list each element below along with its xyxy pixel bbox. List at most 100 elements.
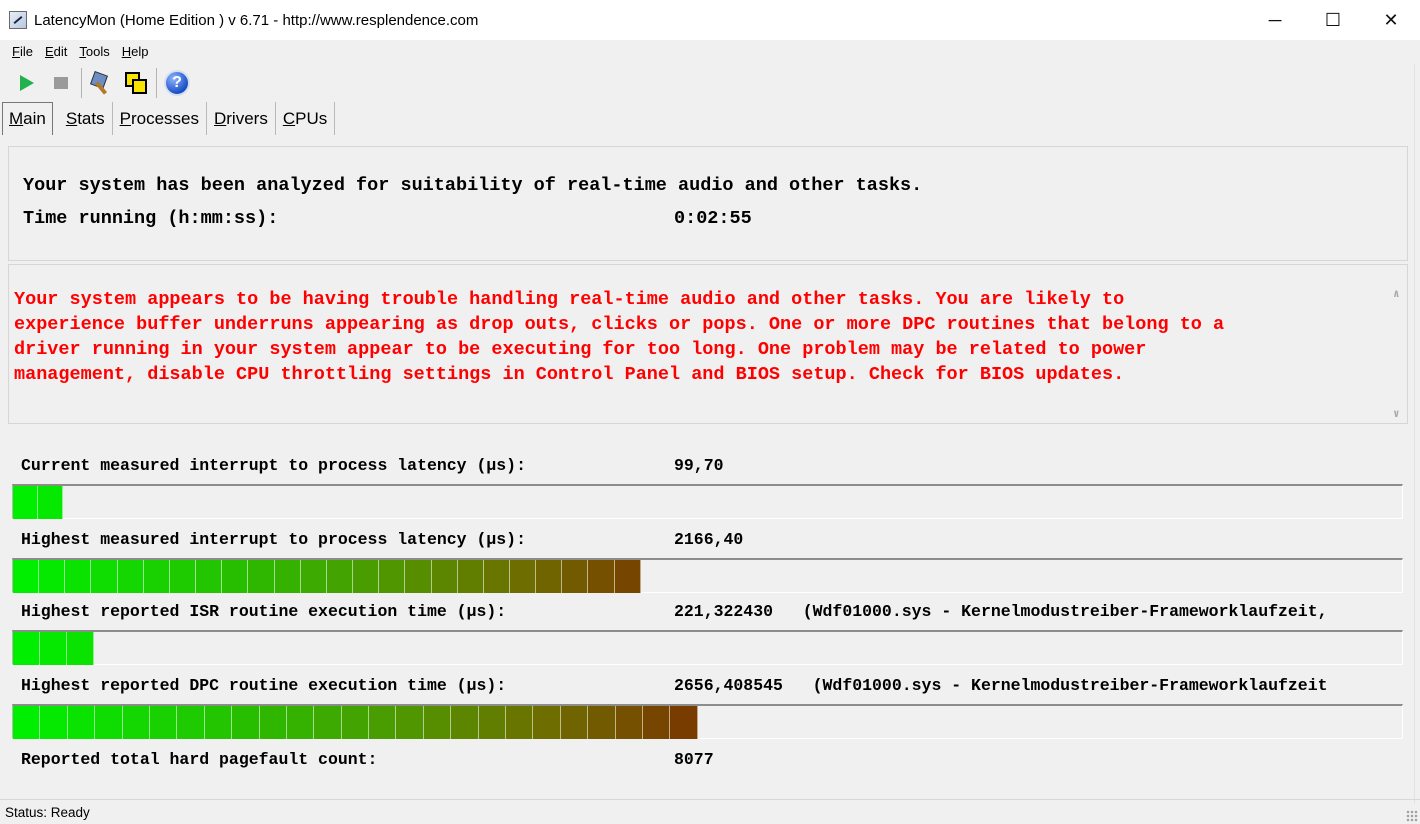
bar-segment: [169, 560, 197, 593]
pagefault-value: 8077: [674, 750, 714, 769]
bar-segment: [379, 560, 406, 593]
dpc-time-bar-fill: [13, 706, 698, 739]
app-icon: [9, 11, 27, 29]
menu-tools[interactable]: Tools: [73, 44, 115, 59]
bar-segment: [457, 560, 484, 593]
bar-segment: [483, 560, 510, 593]
bar-segment: [536, 560, 563, 593]
play-icon: [20, 75, 34, 91]
tab-cpus[interactable]: C PUs: [276, 102, 336, 135]
bar-segment: [341, 706, 370, 739]
current-latency-bar: [12, 484, 1403, 519]
bar-segment: [588, 560, 615, 593]
isr-time-label: Highest reported ISR routine execution t…: [21, 602, 507, 621]
resize-grip-icon[interactable]: [1406, 810, 1418, 822]
bar-segment: [67, 632, 94, 665]
windows-button[interactable]: [119, 66, 153, 100]
maximize-button[interactable]: ☐: [1304, 0, 1362, 40]
menu-file[interactable]: File: [6, 44, 39, 59]
bar-segment: [588, 706, 616, 739]
tools-button[interactable]: [85, 66, 119, 100]
scroll-down-icon[interactable]: ∨: [1393, 407, 1400, 421]
bar-segment: [259, 706, 287, 739]
bar-segment: [13, 560, 40, 593]
start-button[interactable]: [10, 66, 44, 100]
toolbar-separator: [81, 68, 82, 98]
time-running-value: 0:02:55: [674, 208, 752, 229]
bar-segment: [353, 560, 380, 593]
tab-processes[interactable]: Processes: [113, 102, 207, 135]
bar-segment: [451, 706, 479, 739]
tab-main[interactable]: Main: [2, 102, 53, 135]
tab-strip: Main Stats Processes Drivers C PUs: [0, 101, 336, 135]
warning-text: Your system appears to be having trouble…: [14, 289, 1225, 385]
bar-segment: [478, 706, 507, 739]
scroll-up-icon[interactable]: ∧: [1393, 287, 1400, 301]
bar-segment: [122, 706, 150, 739]
window-title: LatencyMon (Home Edition ) v 6.71 - http…: [34, 11, 479, 29]
bar-segment: [232, 706, 260, 739]
bar-segment: [431, 560, 458, 593]
bar-segment: [509, 560, 537, 593]
bar-segment: [248, 560, 275, 593]
bar-segment: [286, 706, 315, 739]
warning-scrollbar[interactable]: ∧ ∨: [1389, 285, 1407, 423]
bar-segment: [204, 706, 233, 739]
bar-segment: [562, 560, 589, 593]
dpc-time-bar: [12, 704, 1403, 739]
menu-help[interactable]: Help: [116, 44, 155, 59]
minimize-button[interactable]: ─: [1246, 0, 1304, 40]
bar-segment: [13, 486, 38, 519]
tools-icon: [90, 71, 114, 95]
menu-bar: File Edit Tools Help: [0, 40, 1420, 62]
tab-stats[interactable]: Stats: [59, 102, 113, 135]
bar-segment: [38, 486, 63, 519]
bar-segment: [405, 560, 432, 593]
window-controls: ─ ☐ ✕: [1246, 0, 1420, 40]
toolbar-separator: [156, 68, 157, 98]
bar-segment: [13, 706, 41, 739]
time-running-label: Time running (h:mm:ss):: [23, 208, 279, 229]
menu-edit[interactable]: Edit: [39, 44, 73, 59]
bar-segment: [326, 560, 354, 593]
bar-segment: [533, 706, 561, 739]
highest-latency-bar: [12, 558, 1403, 593]
bar-segment: [222, 560, 249, 593]
toolbar: ?: [0, 64, 194, 102]
tab-drivers[interactable]: Drivers: [207, 102, 276, 135]
pagefault-label: Reported total hard pagefault count:: [21, 750, 378, 769]
bar-segment: [274, 560, 301, 593]
highest-latency-label: Highest measured interrupt to process la…: [21, 530, 526, 549]
close-button[interactable]: ✕: [1362, 0, 1420, 40]
bar-segment: [506, 706, 534, 739]
bar-segment: [13, 632, 40, 665]
isr-time-value: 221,322430 (Wdf01000.sys - Kernelmodustr…: [674, 602, 1328, 621]
isr-time-bar-fill: [13, 632, 94, 665]
current-latency-bar-fill: [13, 486, 63, 519]
help-button[interactable]: ?: [160, 66, 194, 100]
metrics-panel: Current measured interrupt to process la…: [8, 428, 1408, 798]
dpc-time-label: Highest reported DPC routine execution t…: [21, 676, 507, 695]
bar-segment: [177, 706, 205, 739]
bar-segment: [149, 706, 178, 739]
bar-segment: [40, 632, 67, 665]
isr-time-bar: [12, 630, 1403, 665]
bar-segment: [369, 706, 397, 739]
stop-icon: [54, 77, 68, 89]
bar-segment: [40, 706, 68, 739]
bar-segment: [196, 560, 223, 593]
bar-segment: [614, 560, 641, 593]
stop-button[interactable]: [44, 66, 78, 100]
bar-segment: [396, 706, 424, 739]
bar-segment: [143, 560, 170, 593]
bar-segment: [91, 560, 118, 593]
bar-segment: [95, 706, 123, 739]
bar-segment: [39, 560, 66, 593]
bar-segment: [615, 706, 643, 739]
bar-segment: [300, 560, 327, 593]
dpc-time-value: 2656,408545 (Wdf01000.sys - Kernelmodust…: [674, 676, 1328, 695]
current-latency-value: 99,70: [674, 456, 724, 475]
warning-panel: Your system appears to be having trouble…: [8, 264, 1408, 424]
window-right-edge: [1414, 64, 1420, 804]
highest-latency-value: 2166,40: [674, 530, 744, 549]
